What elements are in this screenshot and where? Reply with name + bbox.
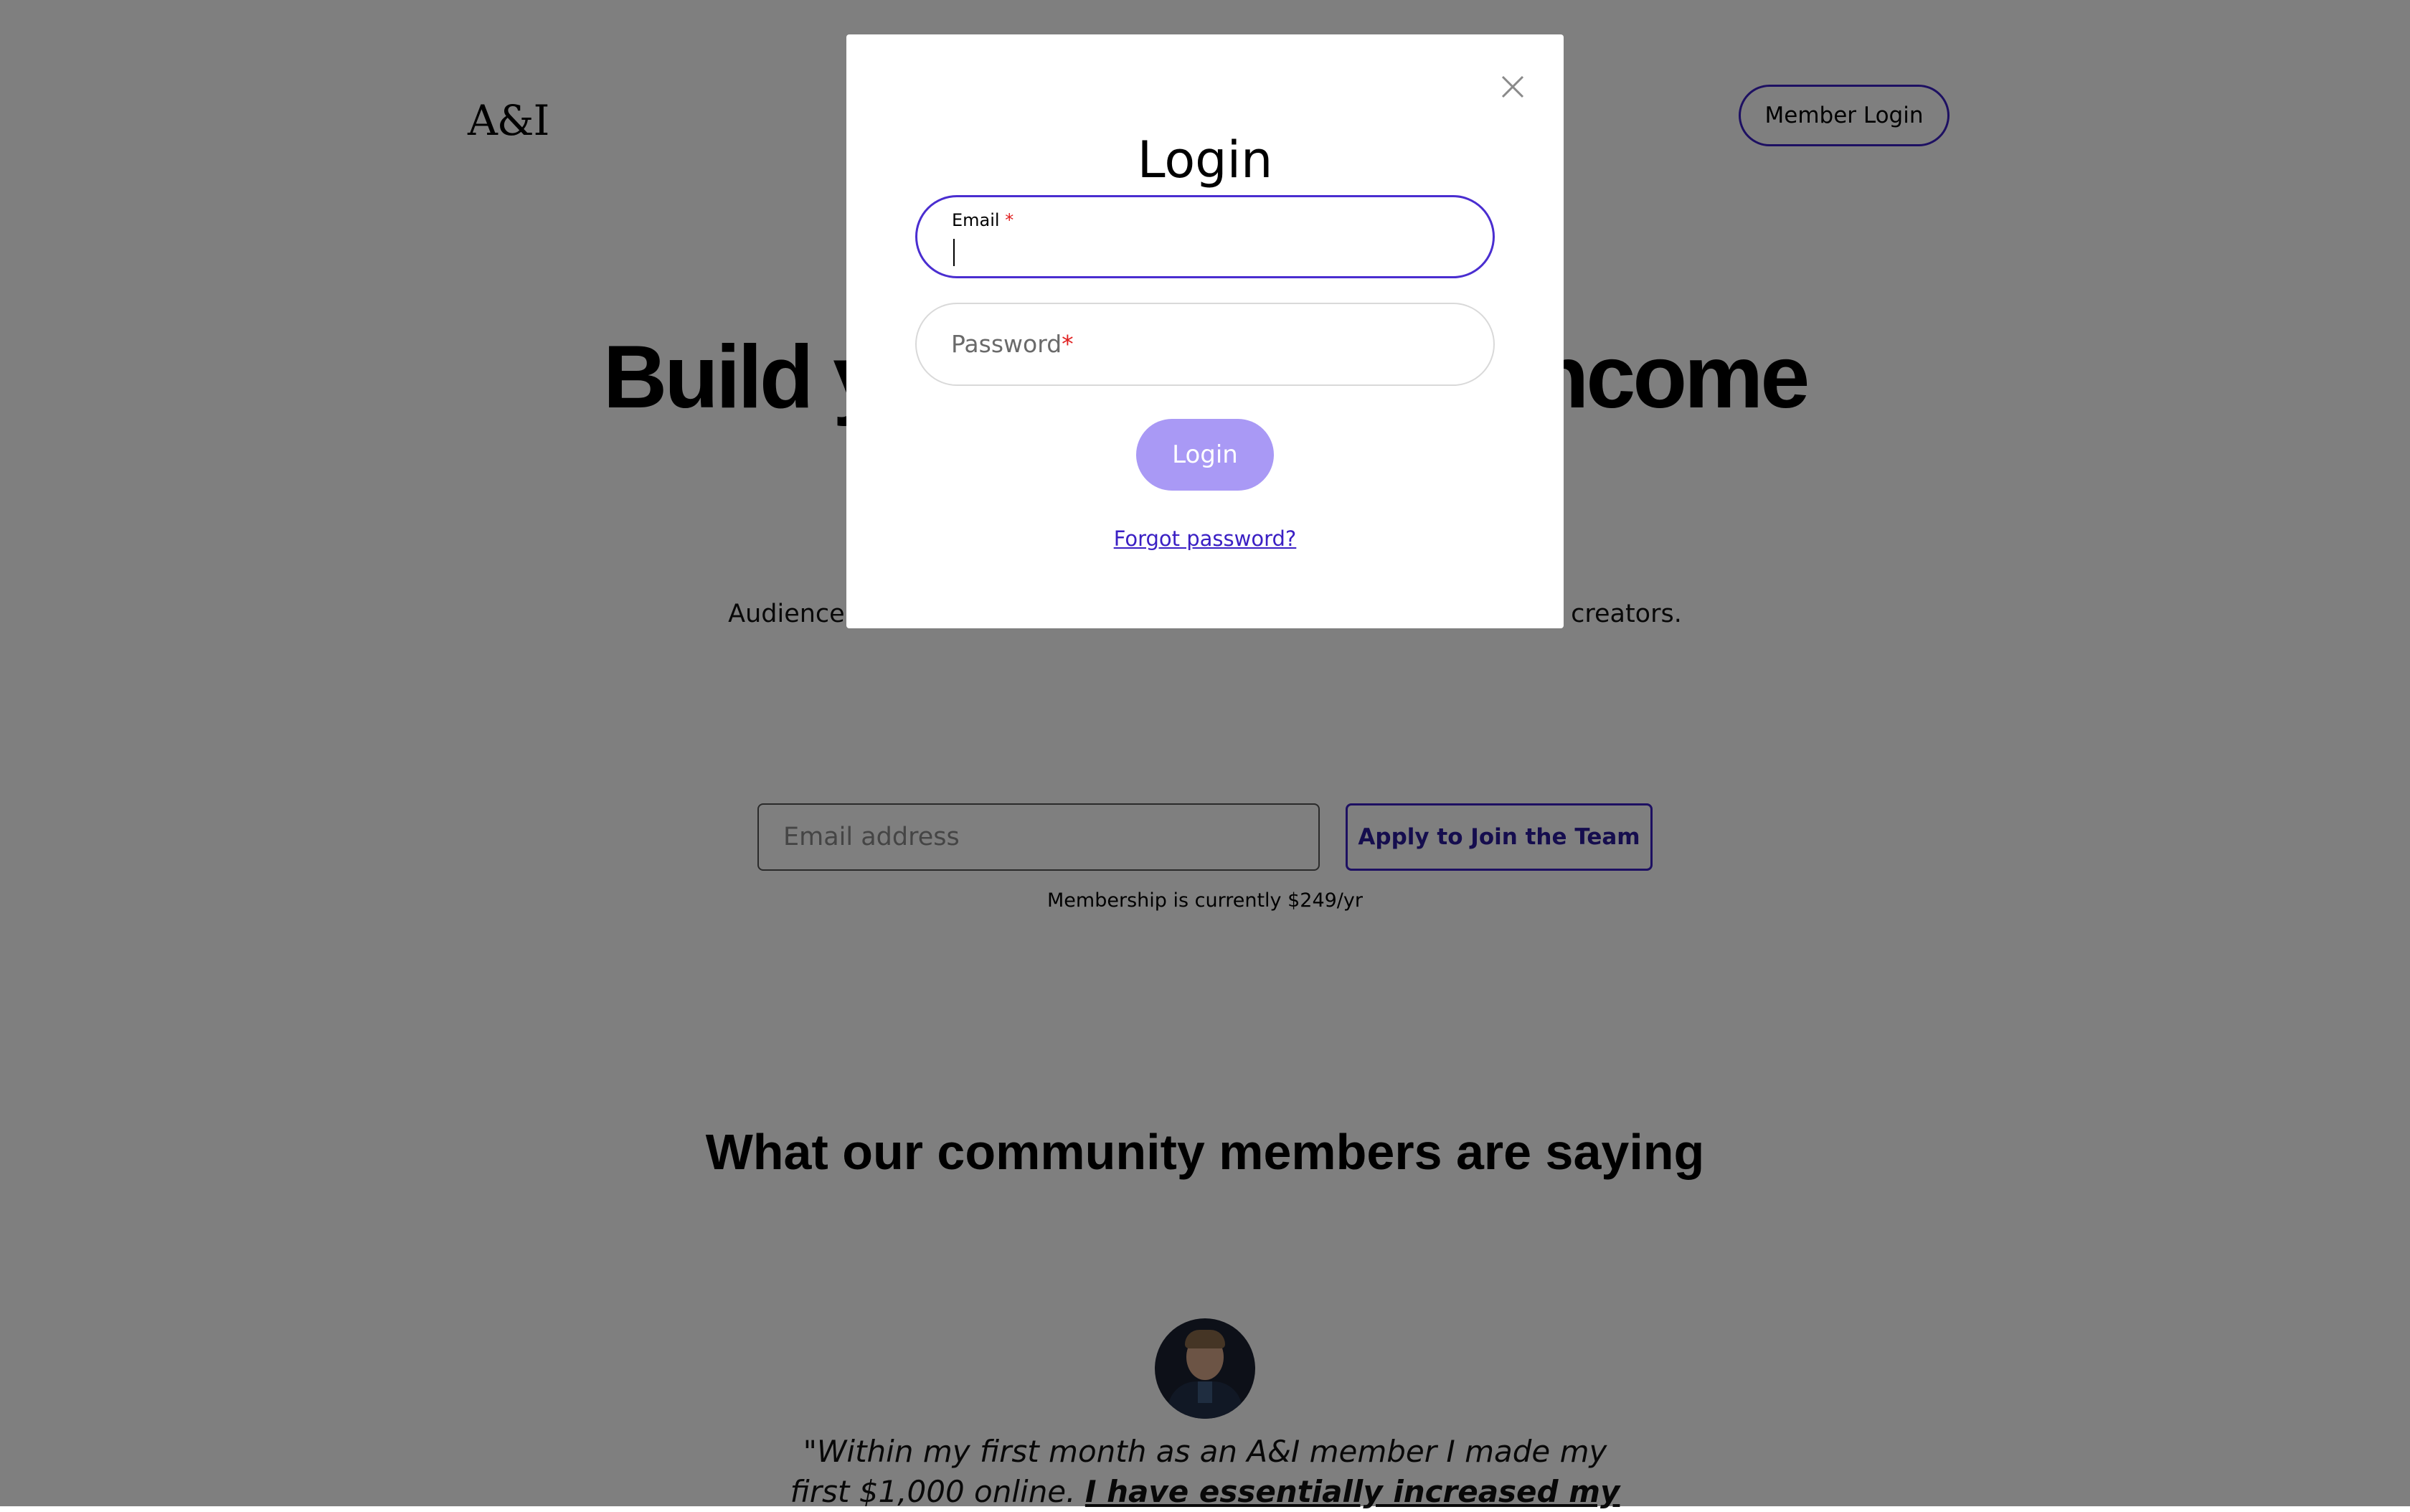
email-label: Email * bbox=[952, 210, 1013, 230]
email-label-text: Email bbox=[952, 210, 1000, 230]
email-field[interactable]: Email * bbox=[915, 195, 1495, 278]
password-placeholder: Password* bbox=[951, 330, 1074, 358]
login-button[interactable]: Login bbox=[1136, 419, 1274, 491]
text-caret bbox=[953, 239, 955, 266]
required-mark: * bbox=[1005, 210, 1014, 230]
login-modal: Login Email * Password* Login Forgot pas… bbox=[846, 34, 1564, 628]
close-icon bbox=[1501, 75, 1524, 98]
required-mark: * bbox=[1062, 330, 1074, 358]
password-field[interactable]: Password* bbox=[915, 303, 1495, 386]
modal-title: Login bbox=[1137, 131, 1273, 189]
password-placeholder-text: Password bbox=[951, 330, 1062, 358]
close-button[interactable] bbox=[1495, 69, 1531, 105]
forgot-password-link[interactable]: Forgot password? bbox=[846, 526, 1564, 551]
email-input[interactable] bbox=[952, 230, 1454, 265]
